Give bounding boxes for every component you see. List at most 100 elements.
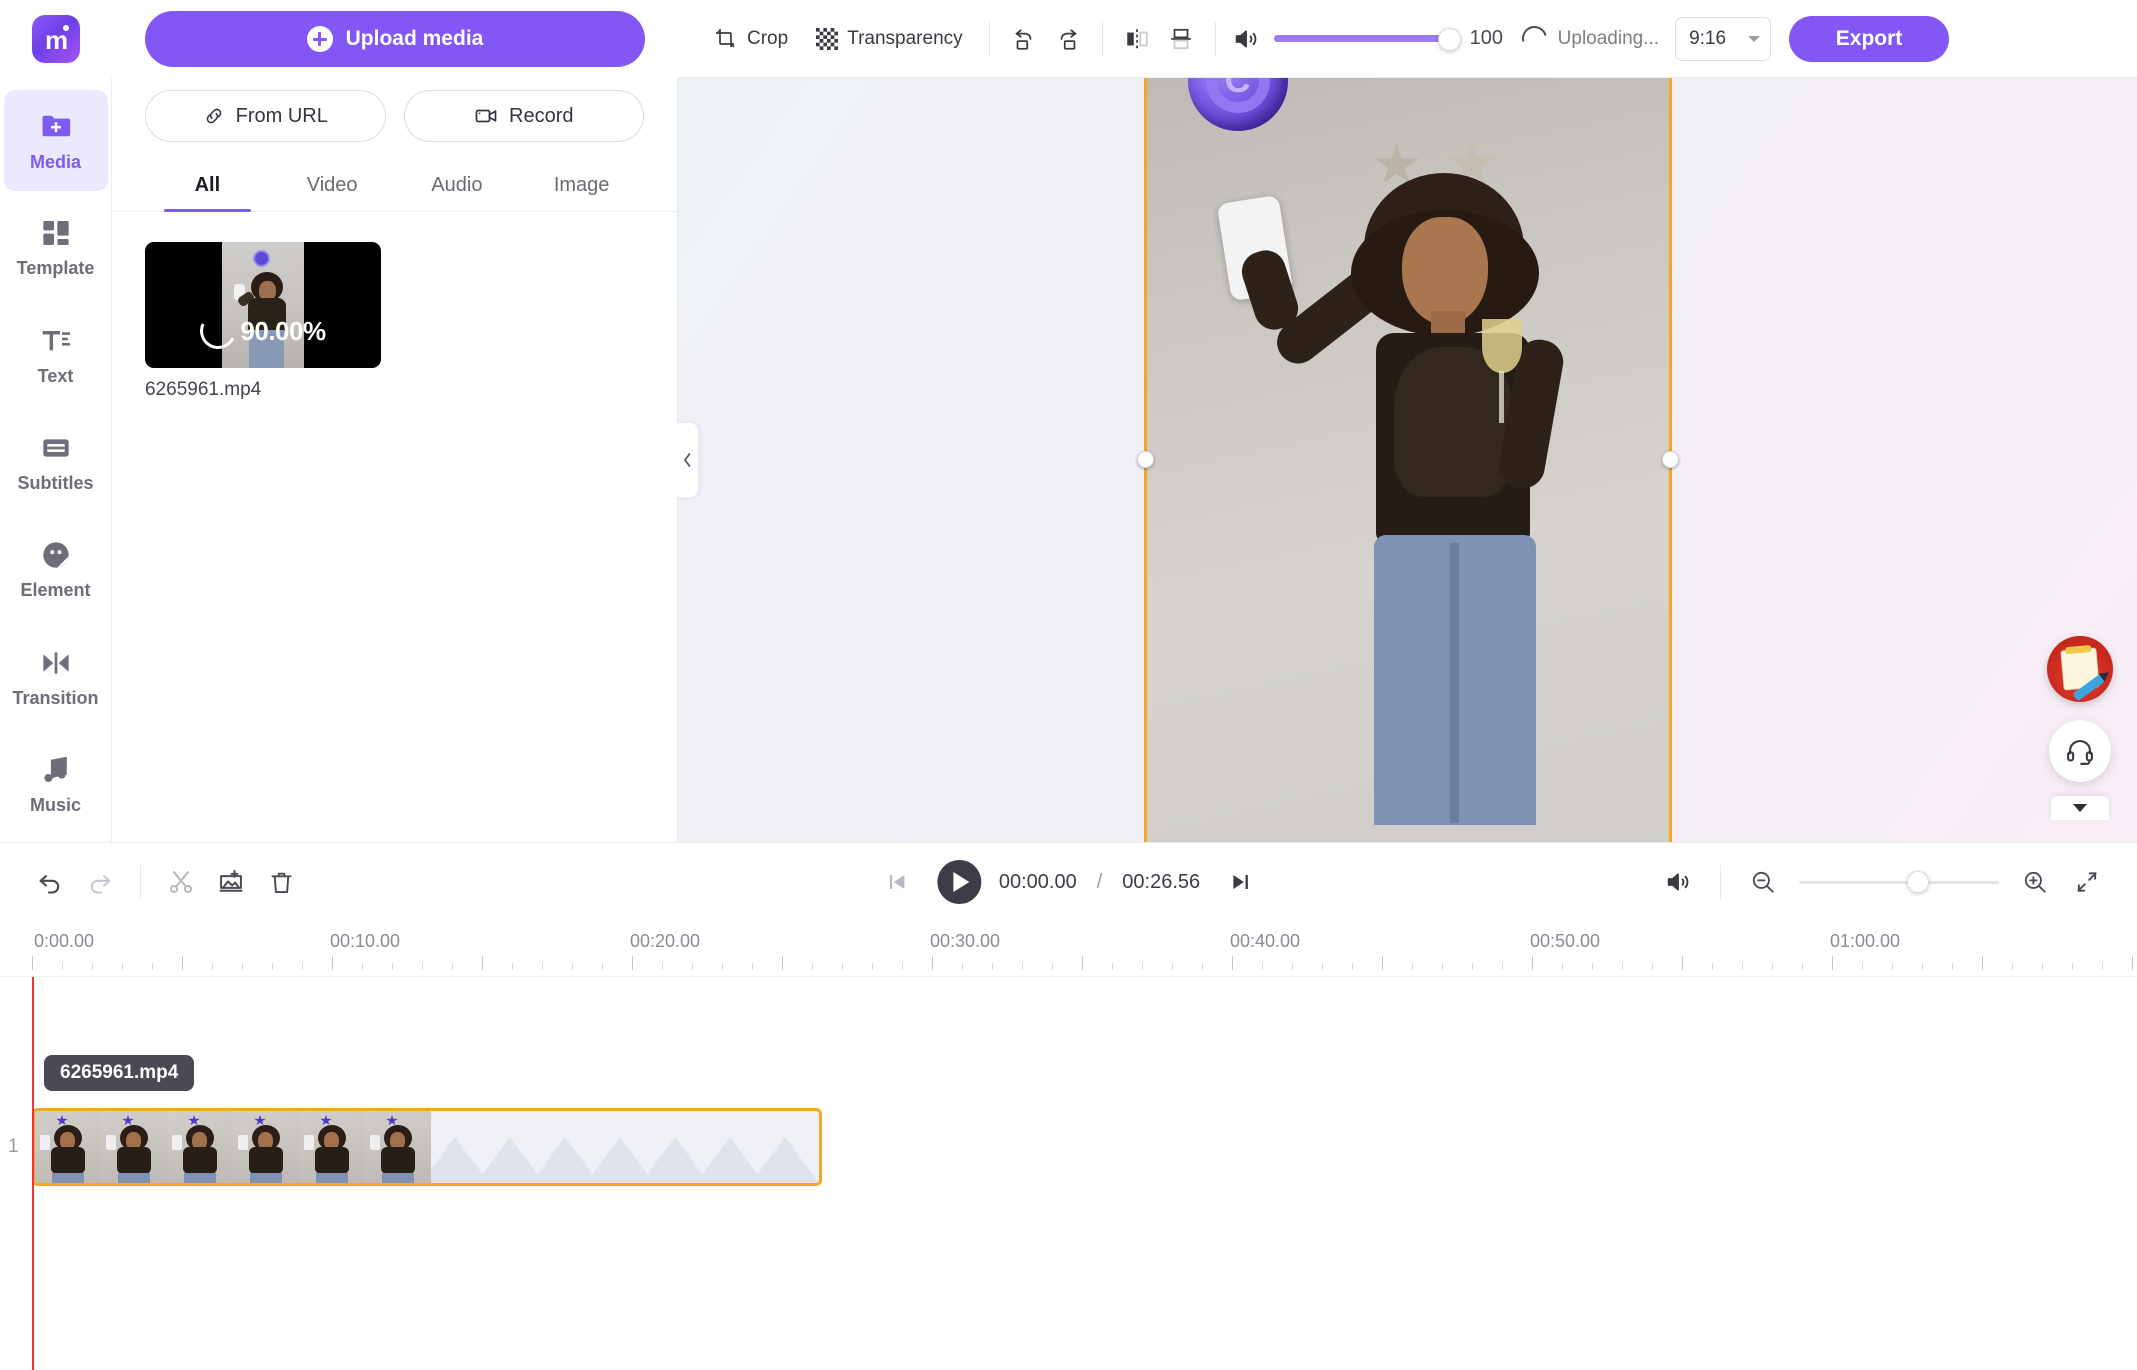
ruler-tick bbox=[992, 963, 993, 970]
watermark-letter: C bbox=[1224, 78, 1251, 100]
aspect-ratio-select[interactable]: 9:16 bbox=[1675, 16, 1772, 61]
ruler-tick bbox=[902, 963, 903, 970]
main-area: Media Template Text Subtitles Element Tr… bbox=[0, 78, 2137, 842]
media-source-row: From URL Record bbox=[112, 78, 677, 142]
clip-frame-thumbnail bbox=[167, 1111, 233, 1183]
upload-media-label: Upload media bbox=[345, 27, 484, 50]
timeline-clip[interactable] bbox=[32, 1108, 822, 1186]
support-button[interactable] bbox=[2049, 720, 2111, 782]
zoom-out-button[interactable] bbox=[1741, 860, 1785, 904]
skip-to-start-button[interactable] bbox=[875, 860, 919, 904]
element-sticker-icon bbox=[40, 539, 72, 571]
ruler-tick bbox=[182, 956, 183, 970]
undo-button[interactable] bbox=[28, 860, 72, 904]
ruler-label: 01:00.00 bbox=[1830, 931, 1901, 951]
timeline-controls: 00:00.00 / 00:26.56 bbox=[0, 843, 2137, 921]
zoom-knob[interactable] bbox=[1907, 871, 1929, 893]
sidebar-item-media[interactable]: Media bbox=[3, 90, 108, 192]
flip-vertical-button[interactable] bbox=[1159, 17, 1203, 61]
tab-image[interactable]: Image bbox=[519, 164, 644, 211]
zoom-in-button[interactable] bbox=[2013, 860, 2057, 904]
wine-glass bbox=[1481, 319, 1522, 373]
volume-knob[interactable] bbox=[1437, 27, 1461, 51]
ruler-label: 0:00.00 bbox=[34, 931, 95, 951]
ruler-tick bbox=[662, 963, 663, 970]
ruler-tick bbox=[1622, 963, 1623, 970]
add-media-button[interactable] bbox=[209, 860, 253, 904]
from-url-button[interactable]: From URL bbox=[145, 90, 386, 142]
sidebar-item-label: Subtitles bbox=[17, 472, 94, 493]
canvas-collapse-button[interactable] bbox=[2051, 796, 2109, 820]
transparency-button[interactable]: Transparency bbox=[802, 20, 976, 58]
clip-placeholder bbox=[431, 1111, 819, 1183]
rotate-left-button[interactable] bbox=[1002, 17, 1046, 61]
delete-button[interactable] bbox=[259, 860, 303, 904]
playhead[interactable] bbox=[32, 977, 34, 1370]
transition-icon bbox=[40, 647, 72, 679]
resize-handle-right-center[interactable] bbox=[1661, 451, 1679, 468]
split-button[interactable] bbox=[159, 860, 203, 904]
timeline-tracks: 6265961.mp4 1 bbox=[0, 977, 2137, 1370]
fit-to-screen-button[interactable] bbox=[2065, 860, 2109, 904]
headset-icon bbox=[2065, 736, 2095, 766]
record-button[interactable]: Record bbox=[403, 90, 644, 142]
ruler-tick bbox=[2012, 963, 2013, 970]
volume-slider[interactable] bbox=[1273, 27, 1461, 51]
top-toolbar: Crop Transparency 100 Uploading... 9:16 … bbox=[678, 0, 2137, 78]
sidebar-item-subtitles[interactable]: Subtitles bbox=[4, 412, 108, 513]
video-stage[interactable]: C bbox=[1136, 78, 1679, 842]
clip-frame-thumbnail bbox=[233, 1111, 299, 1183]
timeline-volume-button[interactable] bbox=[1656, 860, 1700, 904]
music-note-icon bbox=[40, 754, 72, 786]
record-label: Record bbox=[509, 104, 574, 127]
timeline-ruler[interactable]: 0:00.00 00:10.00 00:20.00 00:30.00 00:40… bbox=[0, 921, 2137, 977]
ruler-tick bbox=[212, 963, 213, 970]
flip-horizontal-button[interactable] bbox=[1115, 17, 1159, 61]
ruler-tick bbox=[962, 963, 963, 970]
redo-icon bbox=[86, 868, 114, 896]
tab-video[interactable]: Video bbox=[270, 164, 395, 211]
sidebar-item-transition[interactable]: Transition bbox=[4, 627, 108, 728]
play-button[interactable] bbox=[936, 860, 981, 904]
skip-to-end-button[interactable] bbox=[1218, 860, 1262, 904]
ruler-tick bbox=[362, 963, 363, 970]
sidebar-item-element[interactable]: Element bbox=[4, 520, 108, 621]
crop-button[interactable]: Crop bbox=[700, 19, 802, 59]
upload-media-button[interactable]: Upload media bbox=[145, 11, 645, 67]
ruler-tick bbox=[842, 963, 843, 970]
toolbar-divider-3 bbox=[1214, 21, 1216, 56]
ruler-tick bbox=[332, 956, 333, 970]
media-item[interactable]: 90.00% 6265961.mp4 bbox=[145, 242, 381, 401]
zoom-out-icon bbox=[1750, 869, 1776, 895]
zoom-track bbox=[1799, 880, 1999, 884]
tab-all[interactable]: All bbox=[145, 164, 270, 212]
export-button[interactable]: Export bbox=[1789, 15, 1950, 62]
app-logo[interactable]: m bbox=[32, 15, 80, 63]
current-time: 00:00.00 bbox=[998, 870, 1077, 893]
sidebar-item-label: Transition bbox=[12, 687, 99, 708]
volume-icon[interactable] bbox=[1232, 25, 1260, 53]
sidebar-item-template[interactable]: Template bbox=[4, 197, 108, 298]
ruler-tick bbox=[1502, 963, 1503, 970]
sidebar-item-label: Media bbox=[29, 151, 81, 172]
sidebar-item-text[interactable]: Text bbox=[4, 305, 108, 406]
floating-actions bbox=[2047, 636, 2113, 820]
person-face bbox=[1401, 217, 1488, 325]
rotate-right-button[interactable] bbox=[1046, 17, 1090, 61]
media-thumbnail[interactable]: 90.00% bbox=[145, 242, 381, 368]
ruler-tick bbox=[2132, 956, 2133, 970]
redo-button[interactable] bbox=[78, 860, 122, 904]
ruler-tick bbox=[1112, 963, 1113, 970]
panel-collapse-button[interactable] bbox=[677, 422, 699, 498]
feedback-notepad-button[interactable] bbox=[2047, 636, 2113, 702]
upload-status-label: Uploading... bbox=[1557, 27, 1660, 49]
person-jeans-seam bbox=[1449, 543, 1459, 823]
sidebar-item-music[interactable]: Music bbox=[4, 735, 108, 836]
media-folder-icon bbox=[39, 109, 73, 143]
flip-horizontal-icon bbox=[1124, 26, 1150, 52]
tab-audio[interactable]: Audio bbox=[395, 164, 520, 211]
ruler-tick bbox=[692, 963, 693, 970]
resize-handle-left-center[interactable] bbox=[1136, 451, 1154, 468]
track-number: 1 bbox=[8, 1136, 19, 1157]
timeline-zoom-slider[interactable] bbox=[1799, 871, 1999, 893]
